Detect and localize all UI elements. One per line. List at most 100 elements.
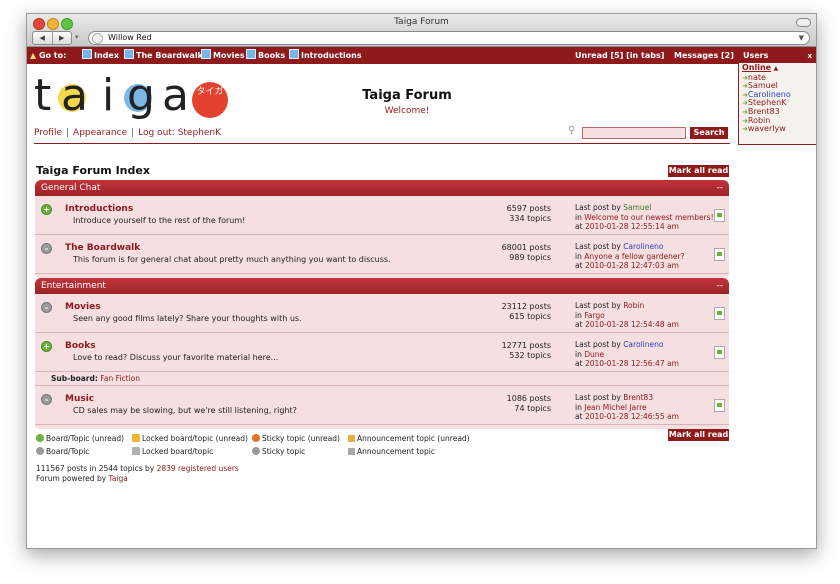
warning-icon: ▲ xyxy=(30,51,37,60)
board-name-link[interactable]: The Boardwalk xyxy=(65,243,140,253)
go-to-post-icon[interactable] xyxy=(714,399,725,412)
last-post-user-link[interactable]: Robin xyxy=(623,301,644,310)
appearance-link[interactable]: Appearance xyxy=(73,128,127,138)
last-post-topic-link[interactable]: Welcome to our newest members! xyxy=(584,213,713,222)
category-collapse-toggle[interactable]: -- xyxy=(717,180,724,196)
last-post-user-link[interactable]: Samuel xyxy=(623,203,651,212)
subboard-link[interactable]: Fan Fiction xyxy=(100,374,140,383)
collapse-minus-icon[interactable]: – xyxy=(41,394,52,405)
category-general-chat: General Chat -- + Introductions Introduce… xyxy=(35,180,729,278)
profile-link[interactable]: Profile xyxy=(34,128,62,138)
mark-all-read-button-top[interactable]: Mark all read xyxy=(668,165,729,177)
last-post-time-link[interactable]: 2010-01-28 12:47:03 am xyxy=(585,261,679,270)
legend-item: Announcement topic xyxy=(348,447,435,456)
toolbar-toggle-button[interactable] xyxy=(796,18,811,27)
last-post-time-link[interactable]: 2010-01-28 12:56:47 am xyxy=(585,359,679,368)
go-to-post-icon[interactable] xyxy=(714,209,725,222)
board-topic-count: 532 topics xyxy=(509,351,551,360)
legend-item: Board/Topic (unread) xyxy=(36,434,124,443)
board-row: + Books Love to read? Discuss your favor… xyxy=(35,333,729,372)
legend-item: Board/Topic xyxy=(36,447,89,456)
last-post-user-link[interactable]: Brent83 xyxy=(623,393,653,402)
board-row: – The Boardwalk This forum is for genera… xyxy=(35,235,729,274)
board-post-count: 1086 posts xyxy=(506,394,551,403)
last-post-topic-link[interactable]: Anyone a fellow gardener? xyxy=(584,252,684,261)
last-post-user-link[interactable]: Carolineno xyxy=(623,242,663,251)
header-divider xyxy=(34,143,730,144)
collapse-minus-icon[interactable]: – xyxy=(41,302,52,313)
category-collapse-toggle[interactable]: -- xyxy=(717,278,724,294)
nav-link-movies[interactable]: Movies xyxy=(201,47,245,64)
last-post-topic-link[interactable]: Dune xyxy=(584,350,604,359)
messages-link[interactable]: Messages [2] xyxy=(674,47,734,64)
board-name-link[interactable]: Movies xyxy=(65,302,101,312)
last-post-topic-link[interactable]: Jean Michel Jarre xyxy=(584,403,646,412)
collapse-minus-icon[interactable]: – xyxy=(41,243,52,254)
logo-letter: i xyxy=(102,70,115,121)
goto-label: ▲ Go to: xyxy=(30,51,67,60)
board-topic-count: 334 topics xyxy=(509,214,551,223)
board-name-link[interactable]: Books xyxy=(65,341,96,351)
last-post-user-link[interactable]: Carolineno xyxy=(623,340,663,349)
go-to-post-icon[interactable] xyxy=(714,248,725,261)
back-arrow-icon[interactable]: ◀ xyxy=(33,32,53,44)
search-input[interactable] xyxy=(582,127,686,139)
announcement-read-icon xyxy=(348,448,355,455)
go-to-post-icon[interactable] xyxy=(714,346,725,359)
logo-letter: t xyxy=(34,70,52,121)
legend-item: Locked board/topic (unread) xyxy=(132,434,248,443)
nav-link-books[interactable]: Books xyxy=(246,47,285,64)
site-icon xyxy=(92,33,103,44)
board-icon xyxy=(201,49,211,59)
forward-arrow-icon[interactable]: ▶ xyxy=(53,32,72,44)
board-icon xyxy=(246,49,256,59)
board-description: Introduce yourself to the rest of the fo… xyxy=(73,216,246,225)
category-header: Entertainment -- xyxy=(35,278,729,294)
subboard-row: Sub-board: Fan Fiction xyxy=(35,372,729,386)
board-topic-count: 989 topics xyxy=(509,253,551,262)
registered-users-link[interactable]: 2839 registered users xyxy=(157,464,239,473)
board-row: + Introductions Introduce yourself to th… xyxy=(35,196,729,235)
nav-link-introductions[interactable]: Introductions xyxy=(289,47,362,64)
announcement-unread-icon xyxy=(348,435,355,442)
board-icon xyxy=(289,49,299,59)
logout-link[interactable]: Log out: StephenK xyxy=(138,128,221,138)
lock-unread-icon xyxy=(132,434,140,442)
board-post-count: 23112 posts xyxy=(501,302,551,311)
board-topic-count: 74 topics xyxy=(514,404,551,413)
forum-subtitle: Welcome! xyxy=(384,106,430,116)
board-name-link[interactable]: Music xyxy=(65,394,94,404)
profile-links: Profile | Appearance | Log out: StephenK xyxy=(34,128,222,138)
nav-link-boardwalk[interactable]: The Boardwalk xyxy=(124,47,203,64)
go-to-post-icon[interactable] xyxy=(714,307,725,320)
expand-plus-icon[interactable]: + xyxy=(41,204,52,215)
board-row: – Movies Seen any good films lately? Sha… xyxy=(35,294,729,333)
board-name-link[interactable]: Introductions xyxy=(65,204,133,214)
last-post-topic-link[interactable]: Fargo xyxy=(584,311,605,320)
last-post-time-link[interactable]: 2010-01-28 12:54:48 am xyxy=(585,320,679,329)
search-icon: ⚲ xyxy=(568,125,576,136)
last-post-info: Last post by Brent83 in Jean Michel Jarr… xyxy=(575,393,679,421)
mark-all-read-button-bottom[interactable]: Mark all read xyxy=(668,429,729,441)
unread-link[interactable]: Unread [5] [in tabs] xyxy=(575,47,664,64)
last-post-time-link[interactable]: 2010-01-28 12:46:55 am xyxy=(585,412,679,421)
last-post-time-link[interactable]: 2010-01-28 12:55:14 am xyxy=(585,222,679,231)
category-header: General Chat -- xyxy=(35,180,729,196)
legend-item: Sticky topic xyxy=(252,447,305,456)
forum-header: タイガ t a i g a Taiga Forum Welcome! Profi… xyxy=(27,64,816,144)
last-post-info: Last post by Robin in Fargo at 2010-01-2… xyxy=(575,301,679,329)
address-bar[interactable]: Willow Red ▼ xyxy=(88,31,810,45)
taiga-link[interactable]: Taiga xyxy=(109,474,128,483)
history-menu-icon[interactable]: ▾ xyxy=(75,33,79,41)
users-panel-close-icon[interactable]: x xyxy=(807,49,812,63)
page-title: Taiga Forum Index xyxy=(36,164,150,177)
legend-item: Locked board/topic xyxy=(132,447,213,456)
board-description: Love to read? Discuss your favorite mate… xyxy=(73,353,279,362)
expand-plus-icon[interactable]: + xyxy=(41,341,52,352)
browser-window: Taiga Forum ◀ ▶ ▾ Willow Red ▼ ▲ Go to: … xyxy=(26,13,817,549)
address-dropdown-icon[interactable]: ▼ xyxy=(799,32,804,44)
legend-item: Announcement topic (unread) xyxy=(348,434,470,443)
nav-link-index[interactable]: Index xyxy=(82,47,119,64)
search-button[interactable]: Search xyxy=(690,127,728,139)
board-read-icon xyxy=(36,447,44,455)
